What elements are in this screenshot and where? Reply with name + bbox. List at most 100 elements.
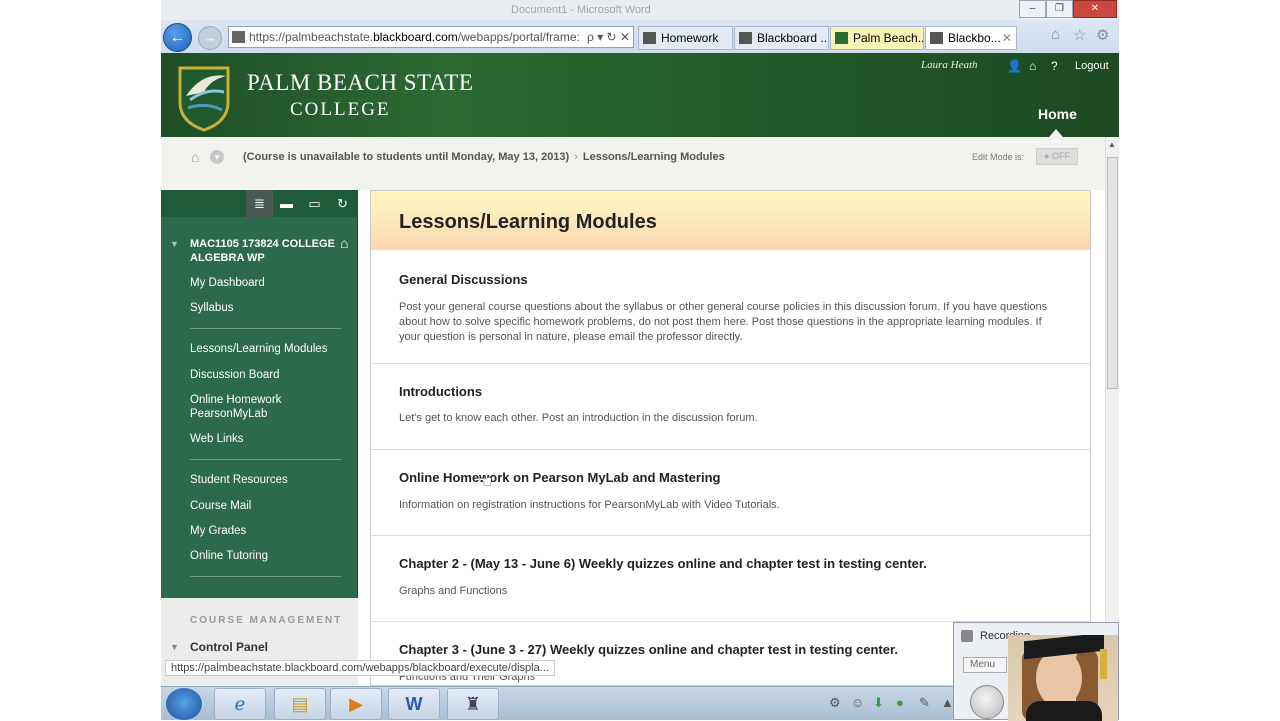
back-button[interactable]: ← — [163, 23, 192, 52]
menu-item-student-resources[interactable]: Student Resources — [190, 473, 340, 487]
home-icon[interactable]: ⌂ — [1051, 26, 1060, 43]
menu-item-web-links[interactable]: Web Links — [190, 432, 340, 446]
recorder-icon — [961, 630, 973, 642]
tray-icon[interactable]: ☺ — [851, 695, 864, 710]
close-tab-icon[interactable]: ✕ — [1002, 27, 1012, 49]
address-bar[interactable]: https://palmbeachstate.blackboard.com/we… — [228, 26, 634, 48]
internet-explorer-icon[interactable]: ℯ — [214, 688, 266, 720]
logout-link[interactable]: Logout — [1075, 60, 1109, 72]
tab-palm-beach[interactable]: Palm Beach... — [830, 26, 924, 50]
item-title-general-discussions[interactable]: General Discussions — [399, 272, 528, 287]
folder-view-icon[interactable]: ▬ — [273, 190, 300, 217]
recording-widget: Recording Menu — [953, 622, 1119, 721]
course-home-icon[interactable]: ⌂ — [340, 235, 348, 251]
tab-home[interactable]: Home — [1038, 106, 1077, 122]
tab-label: Blackboard ... — [757, 31, 829, 45]
tray-icon[interactable]: ⬇ — [873, 695, 884, 711]
close-window-button[interactable]: ✕ — [1073, 0, 1117, 18]
menu-item-course-mail[interactable]: Course Mail — [190, 499, 340, 513]
menu-item-my-grades[interactable]: My Grades — [190, 524, 340, 538]
forward-button[interactable]: → — [198, 26, 222, 50]
recorder-menu-button[interactable]: Menu — [963, 657, 1007, 673]
course-title[interactable]: MAC1105 173824 COLLEGE ALGEBRA WP — [190, 237, 340, 265]
tray-icon[interactable]: ● — [896, 695, 904, 710]
tab-homework[interactable]: Homework — [638, 26, 733, 50]
collapse-caret-icon[interactable]: ▼ — [170, 239, 179, 249]
edit-mode-toggle[interactable]: ● OFF — [1036, 148, 1078, 165]
start-button-icon[interactable] — [166, 688, 202, 720]
user-profile-icon[interactable]: 👤 — [1007, 59, 1022, 73]
user-name[interactable]: Laura Heath — [921, 59, 978, 71]
menu-item-syllabus[interactable]: Syllabus — [190, 301, 340, 315]
browser-toolbar: ← → https://palmbeachstate.blackboard.co… — [161, 20, 1119, 53]
item-description: Information on registration instructions… — [399, 499, 780, 511]
chevron-down-icon[interactable]: ▾ — [210, 150, 224, 164]
content-item: General Discussions Post your general co… — [371, 249, 1090, 363]
collapse-caret-icon[interactable]: ▼ — [170, 642, 179, 652]
item-title-chapter-2[interactable]: Chapter 2 - (May 13 - June 6) Weekly qui… — [399, 556, 927, 571]
item-title-introductions[interactable]: Introductions — [399, 384, 482, 399]
tab-favicon — [930, 32, 943, 44]
college-logo-icon — [178, 66, 230, 132]
browser-window: Document1 - Microsoft Word – ❐ ✕ ← → htt… — [161, 0, 1119, 686]
menu-item-discussion-board[interactable]: Discussion Board — [190, 368, 340, 382]
item-title-online-homework[interactable]: Online Homework on Pearson MyLab and Mas… — [399, 470, 720, 485]
file-explorer-icon[interactable]: ▤ — [274, 688, 326, 720]
course-menu: ≣ ▬ ▭ ↻ ▼ MAC1105 173824 COLLEGE ALGEBRA… — [161, 190, 358, 686]
home-icon[interactable]: ⌂ — [1029, 59, 1036, 73]
control-panel-link[interactable]: Control Panel — [190, 640, 268, 654]
logo-title: PALM BEACH STATE — [247, 70, 474, 95]
webcam-presenter-image — [1008, 635, 1118, 721]
logo-subtitle: COLLEGE — [290, 99, 391, 120]
content-header: Lessons/Learning Modules — [371, 191, 1090, 249]
media-player-icon[interactable]: ▶ — [330, 688, 382, 720]
breadcrumb-separator: › — [574, 151, 578, 163]
active-tab-indicator — [1049, 129, 1063, 137]
menu-toolbar: ≣ ▬ ▭ ↻ — [161, 190, 358, 217]
menu-item-online-tutoring[interactable]: Online Tutoring — [190, 549, 340, 563]
site-header: PALM BEACH STATE COLLEGE Laura Heath 👤 ⌂… — [161, 53, 1119, 137]
menu-item-my-dashboard[interactable]: My Dashboard — [190, 276, 340, 290]
breadcrumb-path: (Course is unavailable to students until… — [243, 151, 725, 163]
breadcrumb: ⌂ ▾ (Course is unavailable to students u… — [161, 137, 1105, 190]
menu-item-online-homework[interactable]: Online Homework PearsonMyLab — [190, 393, 340, 421]
tray-icon[interactable]: ▲ — [941, 695, 954, 710]
help-icon[interactable]: ? — [1051, 59, 1058, 73]
menu-divider — [190, 459, 341, 460]
minimize-button[interactable]: – — [1019, 0, 1046, 18]
settings-gear-icon[interactable]: ⚙ — [1096, 26, 1109, 44]
tray-icon[interactable]: ⚙ — [829, 695, 841, 711]
content-item: Online Homework on Pearson MyLab and Mas… — [371, 449, 1090, 535]
word-icon[interactable]: W — [388, 688, 440, 720]
hand-cursor-icon: ☚ — [478, 474, 493, 491]
tray-icon[interactable]: ✎ — [919, 695, 930, 711]
favorites-icon[interactable]: ☆ — [1073, 26, 1086, 44]
record-button[interactable] — [970, 685, 1004, 719]
menu-item-lessons[interactable]: Lessons/Learning Modules — [190, 342, 340, 356]
breadcrumb-current: Lessons/Learning Modules — [582, 151, 725, 163]
tab-blackboard-active[interactable]: Blackbo... ✕ — [925, 26, 1017, 50]
status-bar-url: https://palmbeachstate.blackboard.com/we… — [165, 660, 555, 676]
page-scrollbar[interactable]: ▲ ▼ — [1105, 137, 1119, 686]
new-window-icon[interactable]: ▭ — [301, 190, 328, 217]
restore-button[interactable]: ❐ — [1046, 0, 1073, 18]
address-icons[interactable]: ρ ▾ ↻ ✕ — [583, 27, 630, 47]
scrollbar-thumb[interactable] — [1107, 157, 1118, 389]
item-title-chapter-3[interactable]: Chapter 3 - (June 3 - 27) Weekly quizzes… — [399, 642, 898, 657]
course-menu-panel: ≣ ▬ ▭ ↻ ▼ MAC1105 173824 COLLEGE ALGEBRA… — [161, 190, 358, 598]
recorder-app-icon[interactable]: ♜ — [447, 688, 499, 720]
tab-label: Homework — [661, 31, 719, 45]
address-suffix: /webapps/portal/frame: — [457, 30, 580, 44]
refresh-icon[interactable]: ↻ — [329, 190, 356, 217]
page-title: Lessons/Learning Modules — [399, 211, 657, 233]
content-area: Lessons/Learning Modules General Discuss… — [370, 190, 1091, 686]
tab-blackboard[interactable]: Blackboard ... — [734, 26, 829, 50]
breadcrumb-course[interactable]: (Course is unavailable to students until… — [243, 151, 569, 163]
list-view-icon[interactable]: ≣ — [246, 190, 273, 217]
content-item: Introductions Let's get to know each oth… — [371, 363, 1090, 449]
course-management-heading: COURSE MANAGEMENT — [190, 615, 343, 626]
scroll-up-icon[interactable]: ▲ — [1108, 140, 1116, 149]
breadcrumb-home-icon[interactable]: ⌂ — [191, 149, 199, 165]
window-title: Document1 - Microsoft Word — [511, 4, 651, 16]
edit-mode-value: OFF — [1051, 151, 1070, 161]
